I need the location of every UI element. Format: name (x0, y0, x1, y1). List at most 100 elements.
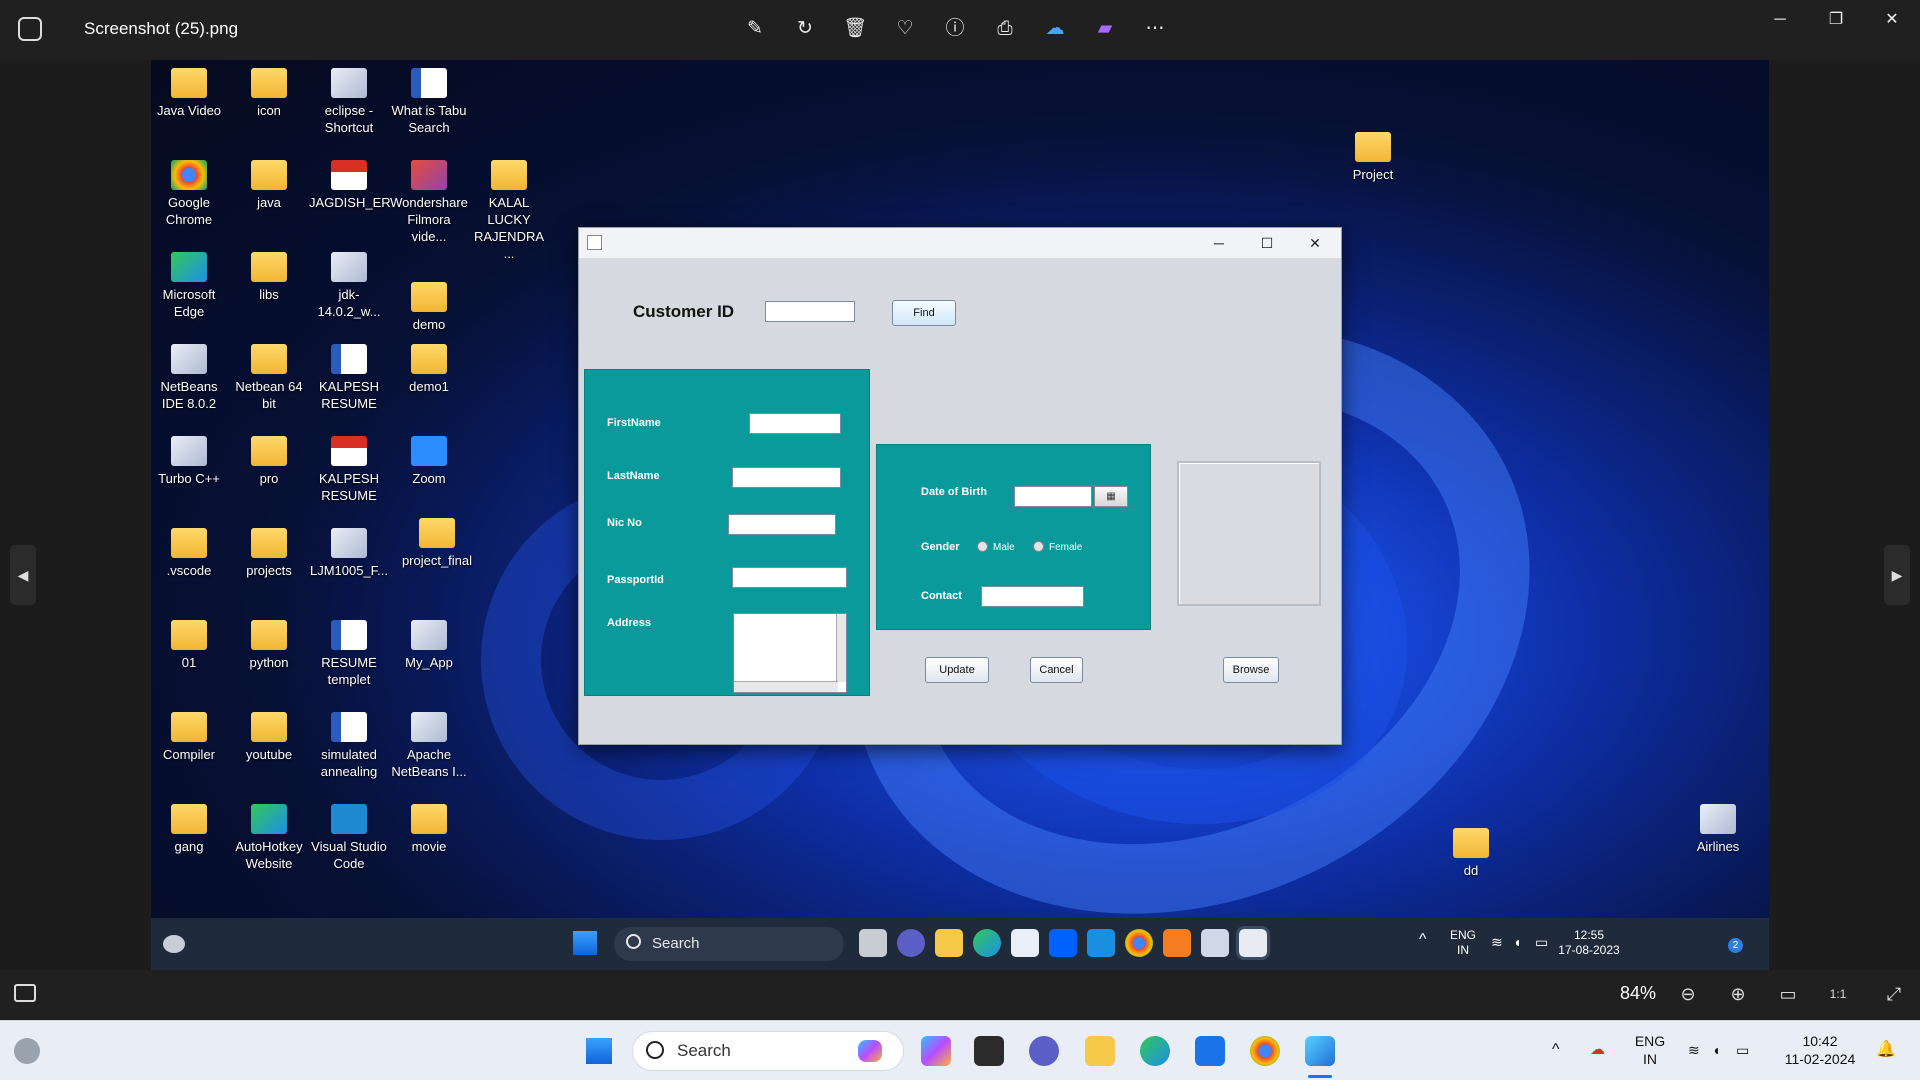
desktop-icon[interactable]: What is Tabu Search (389, 68, 469, 136)
zoom-out-icon[interactable]: ⊖ (1674, 980, 1702, 1008)
desktop-icon[interactable]: dd (1431, 828, 1511, 879)
passport-input[interactable] (732, 567, 847, 588)
desktop-icon[interactable]: python (229, 620, 309, 671)
female-radio[interactable] (1033, 541, 1044, 552)
teams-chat-icon[interactable] (1029, 1036, 1059, 1066)
vertical-scrollbar[interactable] (836, 614, 846, 682)
onedrive-icon[interactable]: ☁ (1040, 14, 1070, 44)
actual-size-icon[interactable]: 1:1 (1824, 980, 1852, 1008)
update-button[interactable]: Update (925, 657, 989, 683)
photos-icon[interactable] (1305, 1036, 1335, 1066)
desktop-icon[interactable]: Turbo C++ (151, 436, 229, 487)
form-maximize-button[interactable]: ☐ (1243, 228, 1291, 258)
clock[interactable]: 10:42 11-02-2024 (1780, 1032, 1860, 1068)
desktop-icon[interactable]: Google Chrome (151, 160, 229, 228)
desktop-icon[interactable]: RESUME templet (309, 620, 389, 688)
desktop-icon[interactable]: projects (229, 528, 309, 579)
desktop-icon[interactable]: KALAL LUCKY RAJENDRA ... (469, 160, 549, 262)
language-indicator[interactable]: ENG IN (1628, 1032, 1672, 1068)
desktop-icon[interactable]: jdk-14.0.2_w... (309, 252, 389, 320)
dob-input[interactable] (1014, 486, 1092, 507)
onedrive-error-icon[interactable]: ☁ (1590, 1041, 1605, 1059)
desktop-icon[interactable]: pro (229, 436, 309, 487)
fit-to-window-icon[interactable]: ▭ (1774, 980, 1802, 1008)
desktop-icon[interactable]: .vscode (151, 528, 229, 579)
task-view-icon[interactable] (974, 1036, 1004, 1066)
desktop-icon[interactable]: My_App (389, 620, 469, 671)
file-explorer-icon[interactable] (1085, 1036, 1115, 1066)
next-image-button[interactable]: ▶ (1884, 545, 1910, 605)
copilot-icon[interactable] (858, 1040, 882, 1062)
desktop-icon[interactable]: Compiler (151, 712, 229, 763)
first-name-input[interactable] (749, 413, 841, 434)
form-close-button[interactable]: ✕ (1291, 228, 1339, 258)
info-icon[interactable]: ⓘ (940, 14, 970, 44)
desktop-icon[interactable]: Microsoft Edge (151, 252, 229, 320)
windows-start-icon[interactable] (586, 1038, 612, 1064)
address-textarea[interactable] (733, 613, 847, 693)
rotate-icon[interactable]: ↻ (790, 14, 820, 44)
desktop-icon[interactable]: Zoom (389, 436, 469, 487)
print-icon[interactable]: ⎙ (990, 14, 1020, 44)
zoom-in-icon[interactable]: ⊕ (1724, 980, 1752, 1008)
copilot-preview-icon[interactable] (921, 1036, 951, 1066)
customer-id-input[interactable] (765, 301, 855, 322)
form-minimize-button[interactable]: ─ (1195, 228, 1243, 258)
desktop-icon[interactable]: Project (1333, 132, 1413, 183)
folder-icon (251, 68, 287, 98)
desktop-icon[interactable]: 01 (151, 620, 229, 671)
desktop-icon[interactable]: libs (229, 252, 309, 303)
desktop-icon[interactable]: eclipse - Shortcut (309, 68, 389, 136)
desktop-icon[interactable]: Apache NetBeans I... (389, 712, 469, 780)
horizontal-scrollbar[interactable] (734, 681, 838, 692)
close-button[interactable]: ✕ (1864, 0, 1920, 40)
desktop-icon[interactable]: simulated annealing (309, 712, 389, 780)
battery-icon[interactable]: ▭ (1736, 1041, 1749, 1059)
volume-icon[interactable]: ◖ (1712, 1041, 1720, 1059)
desktop-icon[interactable]: gang (151, 804, 229, 855)
desktop-icon[interactable]: Airlines (1678, 804, 1758, 855)
desktop-icon[interactable]: KALPESH RESUME (309, 436, 389, 504)
male-radio[interactable] (977, 541, 988, 552)
wifi-icon[interactable]: ≋ (1688, 1041, 1700, 1059)
last-name-input[interactable] (732, 467, 841, 488)
desktop-icon[interactable]: LJM1005_F... (309, 528, 389, 579)
chrome-icon[interactable] (1250, 1036, 1280, 1066)
cancel-button[interactable]: Cancel (1030, 657, 1083, 683)
clipchamp-icon[interactable]: ▰ (1090, 14, 1120, 44)
chevron-up-icon[interactable]: ^ (1552, 1041, 1560, 1059)
desktop-icon[interactable]: NetBeans IDE 8.0.2 (151, 344, 229, 412)
delete-icon[interactable]: 🗑 (840, 14, 870, 44)
desktop-icon[interactable]: movie (389, 804, 469, 855)
more-icon[interactable]: ⋯ (1140, 14, 1170, 44)
desktop-icon[interactable]: JAGDISH_ER (309, 160, 391, 211)
contact-input[interactable] (981, 586, 1084, 607)
desktop-icon[interactable]: KALPESH RESUME (309, 344, 389, 412)
restore-button[interactable]: ❐ (1808, 0, 1864, 40)
favorite-icon[interactable]: ♡ (890, 14, 920, 44)
desktop-icon[interactable]: demo (389, 282, 469, 333)
desktop-icon[interactable]: demo1 (389, 344, 469, 395)
desktop-icon[interactable]: Wondershare Filmora vide... (389, 160, 469, 245)
desktop-icon[interactable]: youtube (229, 712, 309, 763)
find-button[interactable]: Find (892, 300, 956, 326)
weather-icon[interactable] (14, 1038, 40, 1064)
filmstrip-icon[interactable] (14, 984, 36, 1002)
desktop-icon[interactable]: Netbean 64 bit (229, 344, 309, 412)
notifications-bell-icon[interactable]: 🔔 (1876, 1041, 1896, 1059)
previous-image-button[interactable]: ◀ (10, 545, 36, 605)
browse-button[interactable]: Browse (1223, 657, 1279, 683)
edit-icon[interactable]: ✎ (740, 14, 770, 44)
fullscreen-icon[interactable]: ⤢ (1880, 980, 1908, 1008)
desktop-icon[interactable]: Java Video (151, 68, 229, 119)
desktop-icon[interactable]: AutoHotkey Website (229, 804, 309, 872)
desktop-icon[interactable]: project_final (389, 518, 485, 569)
desktop-icon[interactable]: java (229, 160, 309, 211)
nic-input[interactable] (728, 514, 836, 535)
store-icon[interactable] (1195, 1036, 1225, 1066)
desktop-icon[interactable]: Visual Studio Code (309, 804, 389, 872)
desktop-icon[interactable]: icon (229, 68, 309, 119)
edge-icon[interactable] (1140, 1036, 1170, 1066)
calendar-icon[interactable]: ▦ (1094, 486, 1128, 507)
minimize-button[interactable]: ─ (1752, 0, 1808, 40)
